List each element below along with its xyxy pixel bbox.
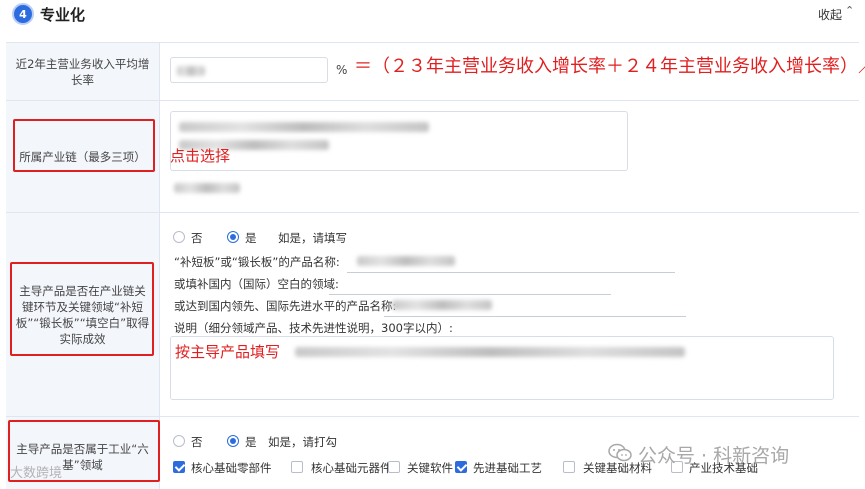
percent-unit: % <box>336 63 348 77</box>
q-short-board-label: “补短板”或“锻长板”的产品名称: <box>174 255 340 269</box>
q-advanced-product-input[interactable] <box>384 316 686 317</box>
industry-chain-annotation: 点击选择 <box>170 147 231 165</box>
key-link-annotation: 按主导产品填写 <box>175 343 281 361</box>
radio-yes[interactable] <box>227 231 239 243</box>
q-description-label: 说明（细分领域产品、技术先进性说明，300字以内）: <box>174 321 453 335</box>
redacted-value <box>177 66 205 76</box>
q-blank-field-input[interactable] <box>329 294 611 295</box>
checkbox-core-parts-label: 核心基础零部件 <box>191 461 272 475</box>
checkbox-key-software[interactable] <box>388 461 400 473</box>
radio-no[interactable] <box>173 231 185 243</box>
six-radio-no[interactable] <box>173 435 185 447</box>
six-radio-no-label: 否 <box>191 435 203 449</box>
checkbox-core-parts[interactable] <box>173 461 185 473</box>
redacted-value <box>179 122 429 132</box>
radio-no-label: 否 <box>191 231 203 245</box>
q-blank-field-label: 或填补国内（国际）空白的领域: <box>174 277 339 291</box>
double-chevron-up-icon[interactable]: ⌃ <box>845 4 854 17</box>
redacted-value <box>357 256 455 266</box>
wechat-icon <box>608 443 632 462</box>
growth-rate-input[interactable] <box>170 57 328 83</box>
step-number-badge: 4 <box>12 3 34 25</box>
growth-rate-label: 近2年主营业务收入平均增长率 <box>6 43 160 100</box>
section-header: 4 专业化 收起 ⌃ <box>0 0 865 30</box>
redacted-value <box>174 183 240 193</box>
wechat-watermark: 公众号 · 科新咨询 <box>638 445 790 467</box>
yes-hint: 如是，请填写 <box>278 231 347 245</box>
description-textarea[interactable]: 按主导产品填写 <box>170 336 834 400</box>
checkbox-advanced-process-label: 先进基础工艺 <box>473 461 542 475</box>
checkbox-advanced-process[interactable] <box>455 461 467 473</box>
checkbox-core-components-label: 核心基础元器件 <box>311 461 392 475</box>
checkbox-core-components[interactable] <box>291 461 303 473</box>
collapse-button[interactable]: 收起 <box>818 6 842 23</box>
highlight-box-industry-chain <box>13 119 155 172</box>
six-yes-hint: 如是，请打勾 <box>268 435 337 449</box>
six-radio-yes-label: 是 <box>245 435 257 449</box>
redacted-value <box>392 300 492 310</box>
growth-rate-annotation: ＝（２３年主营业务收入增长率＋２４年主营业务收入增长率）／２ <box>354 56 865 77</box>
section-title: 专业化 <box>40 6 86 24</box>
row-growth-rate: 近2年主营业务收入平均增长率 % ＝（２３年主营业务收入增长率＋２４年主营业务收… <box>6 43 865 101</box>
form-table: 近2年主营业务收入平均增长率 % ＝（２３年主营业务收入增长率＋２４年主营业务收… <box>6 42 865 489</box>
left-watermark: 大数跨境 <box>10 466 63 481</box>
industry-chain-select[interactable] <box>170 111 628 171</box>
redacted-value <box>295 347 685 357</box>
radio-yes-label: 是 <box>245 231 257 245</box>
highlight-box-key-link <box>10 262 154 356</box>
q-short-board-input[interactable] <box>347 272 675 273</box>
checkbox-key-software-label: 关键软件 <box>407 461 453 475</box>
six-radio-yes[interactable] <box>227 435 239 447</box>
checkbox-key-materials[interactable] <box>563 461 575 473</box>
q-advanced-product-label: 或达到国内领先、国际先进水平的产品名称: <box>174 299 397 313</box>
